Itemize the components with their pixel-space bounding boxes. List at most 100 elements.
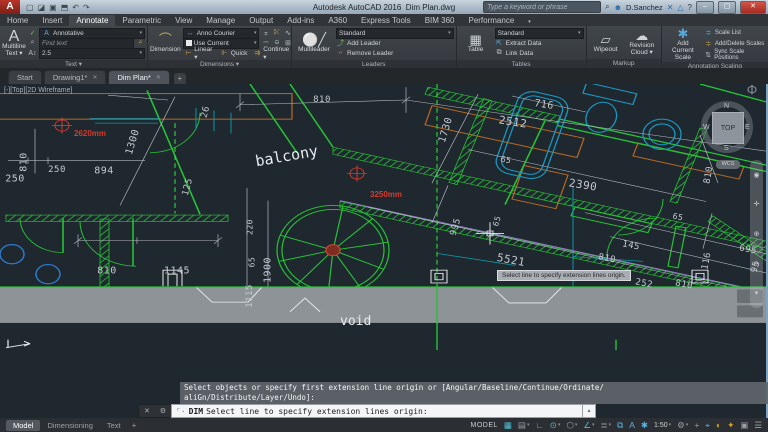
new-drawing-tab-button[interactable]: + xyxy=(174,73,186,84)
tab-bim360[interactable]: BIM 360 xyxy=(418,15,462,26)
layout-tab-text[interactable]: Text xyxy=(100,420,128,431)
multiline-text-button[interactable]: A Multiline Text ▾ xyxy=(2,27,26,59)
grid-toggle-icon[interactable]: ▦ xyxy=(504,420,512,431)
panel-markup-footer[interactable]: Markup xyxy=(587,59,661,68)
workspace-gear-icon[interactable]: ⚙▾ xyxy=(677,420,688,431)
tab-insert[interactable]: Insert xyxy=(35,15,69,26)
linear-button[interactable]: ⊢Linear ▾ xyxy=(183,46,216,61)
annotation-monitor-icon[interactable]: + xyxy=(694,420,699,430)
isodraft-icon[interactable]: ⬡▾ xyxy=(566,420,577,431)
communication-icon[interactable]: △ xyxy=(677,3,683,12)
isolate-objects-icon[interactable]: ◐ xyxy=(716,420,721,430)
add-current-scale-button[interactable]: ✱ Add Current Scale xyxy=(664,27,702,61)
command-input[interactable]: ⌜· DIM Select line to specify extension … xyxy=(171,404,583,418)
lineweight-icon[interactable]: ≣▾ xyxy=(601,420,612,431)
plot-icon[interactable]: ⬒ xyxy=(61,3,69,12)
viewcube-face[interactable]: TOP xyxy=(712,112,744,144)
tab-home[interactable]: Home xyxy=(0,15,35,26)
tab-parametric[interactable]: Parametric xyxy=(115,15,168,26)
binoculars-icon[interactable]: ⌕ xyxy=(136,39,145,47)
close-icon[interactable]: ✕ xyxy=(92,74,97,81)
file-tab-drawing1[interactable]: Drawing1*✕ xyxy=(44,70,107,84)
new-icon[interactable]: ▢ xyxy=(26,3,34,12)
tab-express-tools[interactable]: Express Tools xyxy=(354,15,418,26)
tab-view[interactable]: View xyxy=(168,15,199,26)
multileader-button[interactable]: ⚪╱ Multileader xyxy=(294,27,334,59)
close-button[interactable]: ✕ xyxy=(740,1,766,14)
annotation-visibility-icon[interactable]: A xyxy=(629,420,635,430)
close-command-icon[interactable]: ✕ xyxy=(144,407,150,415)
object-snap-icon[interactable]: ∠▾ xyxy=(583,420,594,431)
search-icon[interactable]: ⌕ xyxy=(605,2,609,12)
quick-properties-icon[interactable]: ⌖ xyxy=(705,420,710,431)
snap-toggle-icon[interactable]: ▤▾ xyxy=(518,420,530,431)
layout-tab-dimensioning[interactable]: Dimensioning xyxy=(40,420,99,431)
sync-scale-positions-button[interactable]: Sync Scale Positions xyxy=(714,49,766,61)
new-layout-button[interactable]: + xyxy=(128,421,141,430)
spellcheck-icon[interactable]: ✓ xyxy=(28,29,37,37)
tab-output[interactable]: Output xyxy=(242,15,280,26)
viewcube-east[interactable]: E xyxy=(745,124,750,131)
exchange-icon[interactable]: ✕ xyxy=(667,3,674,12)
tab-manage[interactable]: Manage xyxy=(199,15,242,26)
viewport-controls[interactable]: [-][Top][2D Wireframe] xyxy=(4,87,72,94)
customize-menu-icon[interactable]: ☰ xyxy=(754,420,762,431)
history-toggle-icon[interactable]: ▴ xyxy=(583,404,596,418)
minimize-button[interactable]: – xyxy=(696,1,714,14)
scale-list-button[interactable]: Scale List xyxy=(715,30,741,36)
file-tab-start[interactable]: Start xyxy=(8,70,42,84)
quick-dim-button[interactable]: ⊩Quick xyxy=(218,49,250,57)
customize-command-icon[interactable]: ⚙ xyxy=(160,407,166,415)
undo-icon[interactable]: ↶ xyxy=(72,3,79,12)
navigation-bar[interactable]: ◉ ✛ ⊕ ⟳ ▾ xyxy=(750,160,763,308)
revision-cloud-button[interactable]: ☁ Revision Cloud ▾ xyxy=(625,27,659,58)
text-height-combo[interactable]: 2.5▾ xyxy=(39,48,145,59)
extract-data-button[interactable]: Extract Data xyxy=(506,40,542,47)
drawing-canvas[interactable]: [-][Top][2D Wireframe] 810 2512 1300 894… xyxy=(0,84,768,418)
search-input[interactable] xyxy=(483,1,601,13)
wipeout-button[interactable]: ▱ Wipeout xyxy=(589,27,623,58)
help-icon[interactable]: ? xyxy=(688,3,692,12)
ortho-toggle-icon[interactable]: ∟ xyxy=(535,420,543,430)
viewcube-north[interactable]: N xyxy=(724,103,729,110)
open-icon[interactable]: ◪ xyxy=(38,3,46,12)
viewcube-south[interactable]: S xyxy=(724,145,729,152)
tab-a360[interactable]: A360 xyxy=(321,15,354,26)
command-bar[interactable]: ✕ ⚙ ⌜· DIM Select line to specify extens… xyxy=(138,404,596,418)
tab-performance[interactable]: Performance xyxy=(461,15,521,26)
pan-icon[interactable]: ✛ xyxy=(754,200,760,208)
graphics-performance-icon[interactable]: ✦ xyxy=(727,420,734,431)
orbit-icon[interactable]: ⟳ xyxy=(754,260,760,268)
tab-annotate[interactable]: Annotate xyxy=(69,15,115,26)
signin-user[interactable]: D.Sanchez xyxy=(626,3,663,12)
annotation-scale-control[interactable]: 1:50▾ xyxy=(654,422,671,429)
selection-cycling-icon[interactable]: ⧉ xyxy=(617,420,623,431)
nav-wheel-icon[interactable]: ◉ xyxy=(753,171,759,179)
zoom-icon[interactable]: ⊕ xyxy=(754,230,760,238)
autoscale-icon[interactable]: ✱ xyxy=(641,420,648,431)
dim-break-icon[interactable]: ⌅ xyxy=(261,29,270,37)
clean-screen-icon[interactable]: ▣ xyxy=(740,420,748,431)
save-icon[interactable]: ▣ xyxy=(49,3,57,12)
add-delete-scales-button[interactable]: Add/Delete Scales xyxy=(715,41,764,47)
tab-overflow-icon[interactable]: ▾ xyxy=(521,18,538,26)
mleader-style-combo[interactable]: Standard▾ xyxy=(336,28,454,39)
close-icon[interactable]: ✕ xyxy=(156,74,161,81)
remove-leader-button[interactable]: Remove Leader xyxy=(347,50,393,57)
dimension-button[interactable]: ⌒ Dimension xyxy=(150,27,181,59)
viewcube-west[interactable]: W xyxy=(703,124,710,131)
dim-adjust-icon[interactable]: ⤪ xyxy=(272,29,281,37)
model-space-badge[interactable]: MODEL xyxy=(470,422,497,429)
file-tab-dim-plan[interactable]: Dim Plan*✕ xyxy=(108,70,169,84)
redo-icon[interactable]: ↷ xyxy=(83,3,90,12)
layout-tab-model[interactable]: Model xyxy=(6,420,40,431)
nav-more-icon[interactable]: ▾ xyxy=(755,289,759,297)
continue-button[interactable]: ⇉Continue ▾ xyxy=(251,46,292,61)
polar-tracking-icon[interactable]: ⊙▾ xyxy=(550,420,561,431)
table-style-combo[interactable]: Standard▾ xyxy=(495,28,584,39)
app-logo[interactable]: A xyxy=(0,0,20,14)
table-button[interactable]: ▦ Table xyxy=(459,27,493,59)
wcs-badge[interactable]: WCS xyxy=(716,160,740,169)
tab-addins[interactable]: Add-ins xyxy=(280,15,321,26)
link-data-button[interactable]: Link Data xyxy=(506,50,533,57)
